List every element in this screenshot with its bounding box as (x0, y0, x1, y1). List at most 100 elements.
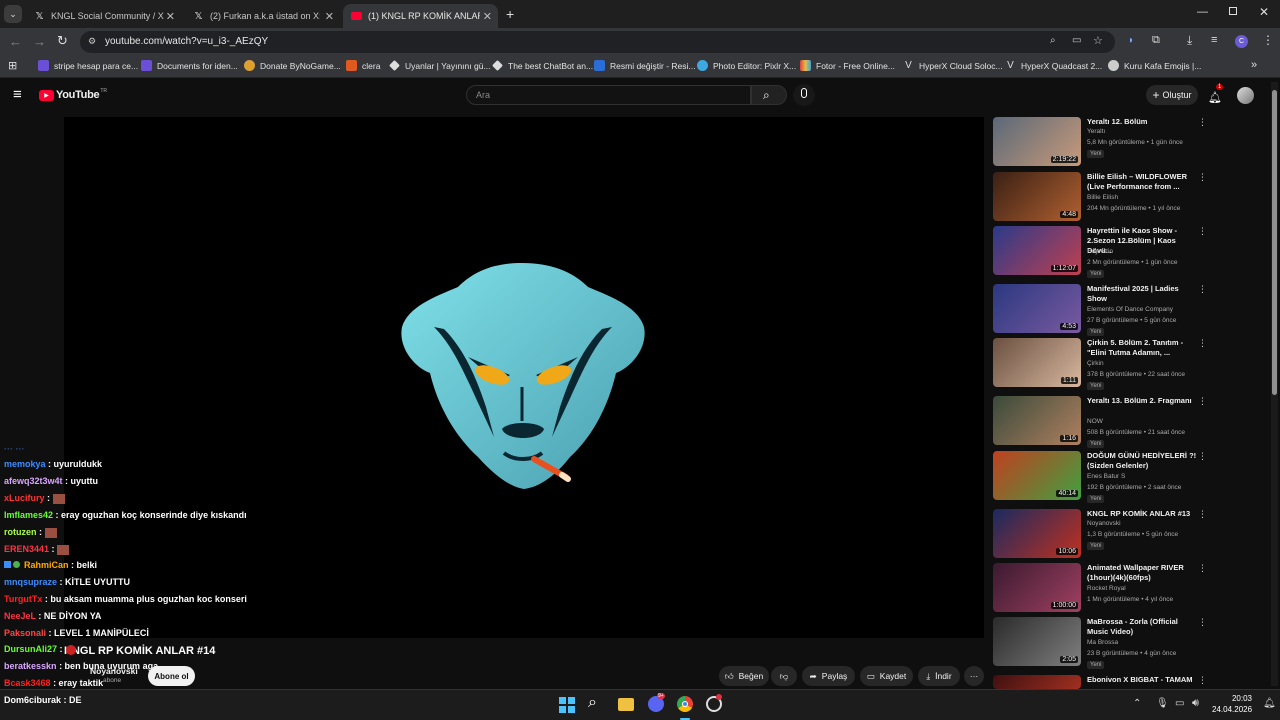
menu-dots-icon[interactable]: ⋮ (1198, 284, 1207, 295)
video-title[interactable]: MaBrossa - Zorla (Official Music Video) (1087, 617, 1197, 637)
youtube-logo[interactable]: ▶ YouTube TR (39, 88, 107, 101)
channel-name[interactable]: NOW (1087, 418, 1103, 425)
channel-name[interactable]: Billie Eilish (1087, 194, 1118, 201)
menu-dots-icon[interactable]: ⋮ (1198, 396, 1207, 407)
notifications-button[interactable]: 🔔︎ 1 (1208, 84, 1224, 106)
close-icon[interactable]: ✕ (325, 10, 334, 23)
video-thumbnail[interactable]: 10:06 (993, 509, 1081, 558)
bookmark-item[interactable]: Kuru Kafa Emojis |... (1108, 60, 1201, 71)
recommended-video[interactable]: 1:11 Çirkin 5. Bölüm 2. Tanıtım - "Elini … (993, 338, 1207, 390)
tray-network-icon[interactable]: ▭ (1175, 698, 1184, 709)
bookmark-star-icon[interactable]: ☆ (1093, 34, 1103, 47)
bookmark-item[interactable]: V HyperX Quadcast 2... (1005, 60, 1102, 71)
share-button[interactable]: ➦ Paylaş (802, 666, 855, 686)
zoom-icon[interactable]: ⌕ (1050, 35, 1056, 46)
notification-center-icon[interactable]: 🔔︎ (1263, 698, 1276, 709)
recommended-video[interactable]: 1:16 Yeraltı 13. Bölüm 2. Fragmanı NOW 508 … (993, 396, 1207, 448)
video-title[interactable]: Yeraltı 13. Bölüm 2. Fragmanı (1087, 396, 1197, 406)
menu-dots-icon[interactable]: ⋮ (1198, 563, 1207, 574)
hamburger-menu-icon[interactable]: ≡ (13, 86, 22, 103)
bookmark-item[interactable]: stripe hesap para ce... (38, 60, 138, 71)
cast-icon[interactable]: ▭ (1072, 35, 1081, 46)
like-button[interactable]: 👍︎ Beğen (719, 666, 769, 686)
video-title[interactable]: DOĞUM GÜNÜ HEDİYELERİ ?! (Sizden Gelenle… (1087, 451, 1197, 471)
search-icon[interactable]: ⌕ (588, 694, 597, 712)
channel-name[interactable]: Elements Of Dance Company (1087, 306, 1173, 313)
video-player[interactable] (64, 117, 984, 638)
video-thumbnail[interactable]: 1:11 (993, 338, 1081, 387)
bookmark-item[interactable]: clera (346, 60, 380, 71)
search-button[interactable]: ⌕ (751, 85, 787, 105)
more-bookmarks-icon[interactable]: » (1251, 59, 1257, 71)
video-thumbnail[interactable]: 2:05 (993, 617, 1081, 666)
recommended-video[interactable]: 4:53 Manifestival 2025 | Ladies Show Eleme… (993, 284, 1207, 336)
bookmark-item[interactable]: Uyanlar | Yayınını gü... (389, 60, 491, 71)
menu-dots-icon[interactable]: ⋮ (1198, 617, 1207, 628)
back-icon[interactable]: ← (9, 34, 22, 49)
profile-avatar[interactable]: C (1235, 35, 1248, 48)
video-thumbnail[interactable]: 1:12:07 (993, 226, 1081, 275)
recommended-video[interactable]: 1:00:00 Animated Wallpaper RIVER (1hour)(… (993, 563, 1207, 615)
recommended-video[interactable]: 40:14 DOĞUM GÜNÜ HEDİYELERİ ?! (Sizden Ge… (993, 451, 1207, 503)
video-thumbnail[interactable]: 1:00:00 (993, 563, 1081, 612)
video-title[interactable]: Billie Eilish – WILDFLOWER (Live Perform… (1087, 172, 1197, 192)
menu-dots-icon[interactable]: ⋮ (1198, 675, 1207, 686)
address-bar[interactable]: ⚙ youtube.com/watch?v=u_i3-_AEzQY ⌕ ▭ ☆ (80, 31, 1115, 53)
app-icon[interactable] (706, 694, 722, 712)
recommended-video[interactable]: Ebonivon X BIGBAT - TAMAM ⋮ (993, 675, 1207, 689)
bookmark-item[interactable]: The best ChatBot an... (492, 60, 593, 71)
bookmark-item[interactable]: Resmi değiştir - Resi... (594, 60, 696, 71)
clock[interactable]: 20:03 24.04.2026 (1212, 694, 1252, 714)
reload-icon[interactable]: ↻ (57, 33, 68, 49)
site-info-icon[interactable]: ⚙ (88, 36, 96, 47)
extension-icon[interactable]: ◗ (1128, 35, 1134, 46)
scrollbar-thumb[interactable] (1272, 90, 1277, 395)
channel-name[interactable]: Enes Batur S (1087, 473, 1125, 480)
more-actions-button[interactable]: ··· (964, 666, 984, 686)
menu-dots-icon[interactable]: ⋮ (1198, 338, 1207, 349)
apps-grid-icon[interactable]: ⊞ (8, 59, 17, 72)
tab-1[interactable]: 𝕏 (2) Furkan a.k.a üstad on X: "Yo ✕ (185, 4, 340, 28)
menu-dots-icon[interactable]: ⋮ (1198, 117, 1207, 128)
extensions-puzzle-icon[interactable]: ⧉ (1152, 34, 1160, 47)
recommended-video[interactable]: 4:48 Billie Eilish – WILDFLOWER (Live Per… (993, 172, 1207, 224)
minimize-icon[interactable]: — (1197, 6, 1208, 18)
download-button[interactable]: ⤓ İndir (918, 666, 960, 686)
menu-dots-icon[interactable]: ⋮ (1262, 33, 1274, 47)
windows-start-icon[interactable] (559, 697, 575, 713)
video-thumbnail[interactable]: 4:48 (993, 172, 1081, 221)
bookmark-item[interactable]: Fotor - Free Online... (800, 60, 895, 71)
recommended-video[interactable]: 10:06 KNGL RP KOMİK ANLAR #13 Noyanovski 1,… (993, 509, 1207, 561)
menu-dots-icon[interactable]: ⋮ (1198, 509, 1207, 520)
video-title[interactable]: KNGL RP KOMİK ANLAR #13 (1087, 509, 1197, 519)
channel-name[interactable]: Ma Brossa (1087, 639, 1118, 646)
close-icon[interactable]: ✕ (483, 10, 492, 23)
video-title[interactable]: Yeraltı 12. Bölüm (1087, 117, 1197, 127)
video-thumbnail[interactable]: 2:19:22 (993, 117, 1081, 166)
forward-icon[interactable]: → (33, 34, 46, 49)
tray-chevron-icon[interactable]: ⌃ (1133, 698, 1141, 709)
save-button[interactable]: ▭ Kaydet (860, 666, 913, 686)
channel-name[interactable]: Hayrettin (1087, 248, 1113, 255)
restore-icon[interactable] (1229, 7, 1237, 15)
menu-dots-icon[interactable]: ⋮ (1198, 226, 1207, 237)
video-thumbnail[interactable]: 1:16 (993, 396, 1081, 445)
dislike-button[interactable]: 👎︎ (771, 666, 797, 686)
new-tab-button[interactable]: + (506, 6, 514, 22)
video-thumbnail[interactable]: 4:53 (993, 284, 1081, 333)
account-avatar[interactable] (1237, 87, 1254, 104)
voice-search-button[interactable] (793, 84, 815, 106)
channel-name[interactable]: Yeraltı (1087, 128, 1105, 135)
create-button[interactable]: + Oluştur (1146, 85, 1198, 105)
menu-dots-icon[interactable]: ⋮ (1198, 172, 1207, 183)
tab-0[interactable]: 𝕏 KNGL Social Community / X ✕ (26, 4, 181, 28)
subscribe-button[interactable]: Abone ol (148, 666, 195, 686)
file-explorer-icon[interactable] (618, 698, 634, 711)
channel-avatar[interactable] (66, 645, 76, 655)
recommended-video[interactable]: 2:19:22 Yeraltı 12. Bölüm Yeraltı 5,8 Mn gö… (993, 117, 1207, 169)
bookmark-item[interactable]: V HyperX Cloud Soloc... (903, 60, 1002, 71)
menu-dots-icon[interactable]: ⋮ (1198, 451, 1207, 462)
video-title[interactable]: Animated Wallpaper RIVER (1hour)(4k)(60f… (1087, 563, 1197, 583)
download-icon[interactable]: ⤓ (1187, 33, 1192, 48)
discord-icon[interactable]: 9+ (648, 693, 665, 712)
